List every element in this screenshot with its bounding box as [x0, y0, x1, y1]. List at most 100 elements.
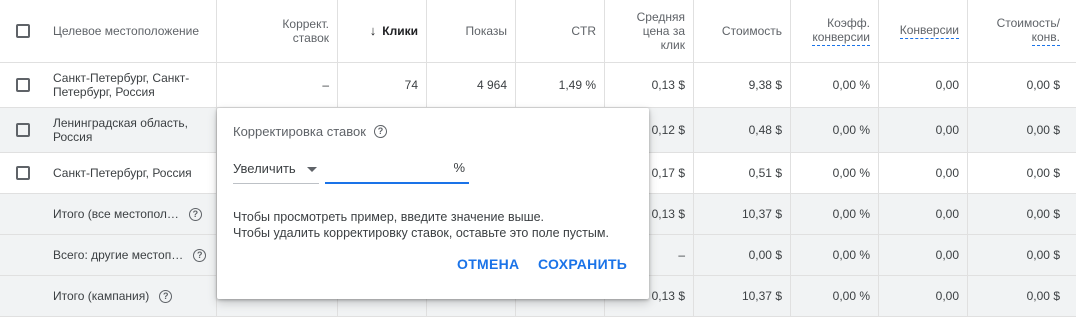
- row-checkbox[interactable]: [15, 166, 30, 180]
- cost-value: 10,37 $: [741, 289, 782, 303]
- header-conversions[interactable]: Конверсии: [879, 0, 968, 62]
- cost-conv-cell: 0,00 $: [968, 108, 1068, 152]
- help-circle-icon[interactable]: ?: [373, 125, 387, 138]
- conversions-value: 0,00: [935, 78, 959, 92]
- location-cell: Ленинградская область, Россия: [45, 108, 217, 152]
- conv-rate-cell: 0,00 %: [791, 108, 879, 152]
- conversions-value: 0,00: [935, 123, 959, 137]
- avg-cpc-value: 0,13 $: [651, 78, 685, 92]
- cost-cell: 0,00 $: [694, 235, 791, 275]
- location-line2: Россия: [53, 130, 93, 144]
- totals-label: Итого (кампания): [53, 289, 150, 303]
- header-avg-cpc-line2: цена за: [642, 24, 685, 38]
- header-avg-cpc[interactable]: Средняя цена за клик: [605, 0, 694, 62]
- header-conv-rate-line2: конверсии: [812, 30, 870, 46]
- header-bid-adj-line2: ставок: [292, 31, 329, 45]
- header-cost-label: Стоимость: [721, 24, 782, 38]
- cost-conv-cell: 0,00 $: [968, 63, 1068, 107]
- popup-title: Корректировка ставок ?: [233, 124, 387, 139]
- bid-adj-value: –: [322, 78, 329, 92]
- header-cost-conv[interactable]: Стоимость/ конв.: [968, 0, 1068, 62]
- header-impressions[interactable]: Показы: [427, 0, 516, 62]
- bid-adj-cell[interactable]: –: [217, 63, 338, 107]
- conv-rate-value: 0,00 %: [832, 166, 870, 180]
- arrow-down-icon: ↓: [369, 23, 377, 38]
- popup-hint: Чтобы просмотреть пример, введите значен…: [233, 209, 609, 241]
- conversions-cell: 0,00: [879, 235, 968, 275]
- conversions-cell: 0,00: [879, 276, 968, 316]
- avg-cpc-value: 0,13 $: [651, 207, 685, 221]
- cost-cell: 0,48 $: [694, 108, 791, 152]
- header-conv-rate-line1: Коэфф.: [827, 16, 870, 30]
- percent-input[interactable]: %: [325, 154, 469, 184]
- header-cost-conv-line2: конв.: [1031, 30, 1060, 46]
- select-all-checkbox[interactable]: [15, 24, 30, 38]
- header-clicks[interactable]: ↓ Клики: [338, 0, 427, 62]
- conv-rate-value: 0,00 %: [832, 289, 870, 303]
- cost-conv-value: 0,00 $: [1026, 166, 1060, 180]
- header-bid-adj[interactable]: Коррект. ставок: [217, 0, 338, 62]
- conv-rate-value: 0,00 %: [832, 207, 870, 221]
- help-circle-icon[interactable]: ?: [188, 207, 202, 221]
- spacer-cell: [0, 235, 45, 275]
- cost-conv-value: 0,00 $: [1026, 248, 1060, 262]
- header-location-label: Целевое местоположение: [53, 24, 199, 38]
- cost-value: 0,48 $: [748, 123, 782, 137]
- header-cost[interactable]: Стоимость: [694, 0, 791, 62]
- percent-suffix: %: [453, 160, 465, 175]
- conversions-value: 0,00: [935, 289, 959, 303]
- help-circle-icon[interactable]: ?: [193, 248, 207, 262]
- spacer-cell: [0, 276, 45, 316]
- totals-label-cell: Всего: другие местоп… ?: [45, 235, 217, 275]
- conv-rate-cell: 0,00 %: [791, 194, 879, 234]
- clicks-cell: 74: [338, 63, 427, 107]
- adjustment-direction-select[interactable]: Увеличить: [233, 154, 319, 184]
- cost-conv-value: 0,00 $: [1026, 123, 1060, 137]
- cost-cell: 10,37 $: [694, 194, 791, 234]
- cost-cell: 0,51 $: [694, 153, 791, 193]
- cost-value: 10,37 $: [741, 207, 782, 221]
- conversions-value: 0,00: [935, 166, 959, 180]
- conversions-cell: 0,00: [879, 153, 968, 193]
- conv-rate-value: 0,00 %: [832, 123, 870, 137]
- conversions-value: 0,00: [935, 248, 959, 262]
- header-location[interactable]: Целевое местоположение: [45, 0, 217, 62]
- save-button[interactable]: СОХРАНИТЬ: [538, 256, 627, 272]
- header-conversions-label: Конверсии: [899, 23, 959, 39]
- header-clicks-label: Клики: [382, 24, 418, 38]
- header-bid-adj-line1: Коррект.: [282, 17, 329, 31]
- conv-rate-cell: 0,00 %: [791, 235, 879, 275]
- cost-conv-cell: 0,00 $: [968, 194, 1068, 234]
- row-checkbox[interactable]: [15, 123, 30, 137]
- location-line1: Санкт-Петербург, Санкт-: [53, 71, 190, 85]
- conv-rate-value: 0,00 %: [832, 78, 870, 92]
- cost-value: 0,51 $: [748, 166, 782, 180]
- table-row: Санкт-Петербург, Санкт- Петербург, Росси…: [0, 63, 1076, 108]
- location-line2: Петербург, Россия: [53, 85, 155, 99]
- cost-cell: 9,38 $: [694, 63, 791, 107]
- location-line1: Санкт-Петербург, Россия: [53, 166, 192, 180]
- avg-cpc-value: –: [678, 248, 685, 262]
- popup-hint-line2: Чтобы удалить корректировку ставок, оста…: [233, 226, 609, 240]
- help-circle-icon[interactable]: ?: [159, 289, 173, 303]
- header-conv-rate[interactable]: Коэфф. конверсии: [791, 0, 879, 62]
- impressions-value: 4 964: [476, 78, 507, 92]
- caret-down-icon: [307, 167, 317, 172]
- row-checkbox[interactable]: [15, 78, 30, 92]
- header-ctr[interactable]: CTR: [516, 0, 605, 62]
- totals-label: Всего: другие местоп…: [53, 248, 184, 262]
- totals-label: Итого (все местопол…: [53, 207, 179, 221]
- impressions-cell: 4 964: [427, 63, 516, 107]
- row-checkbox-cell: [0, 108, 45, 152]
- cost-conv-value: 0,00 $: [1026, 207, 1060, 221]
- conversions-cell: 0,00: [879, 63, 968, 107]
- header-select-all-cell: [0, 0, 45, 62]
- conv-rate-cell: 0,00 %: [791, 63, 879, 107]
- location-cell: Санкт-Петербург, Россия: [45, 153, 217, 193]
- bid-adjustment-popup: Корректировка ставок ? Увеличить % Чтобы…: [217, 108, 649, 299]
- cancel-button[interactable]: ОТМЕНА: [457, 256, 519, 272]
- clicks-value: 74: [404, 78, 418, 92]
- adjustment-direction-value: Увеличить: [233, 161, 296, 176]
- spacer-cell: [0, 194, 45, 234]
- cost-value: 9,38 $: [748, 78, 782, 92]
